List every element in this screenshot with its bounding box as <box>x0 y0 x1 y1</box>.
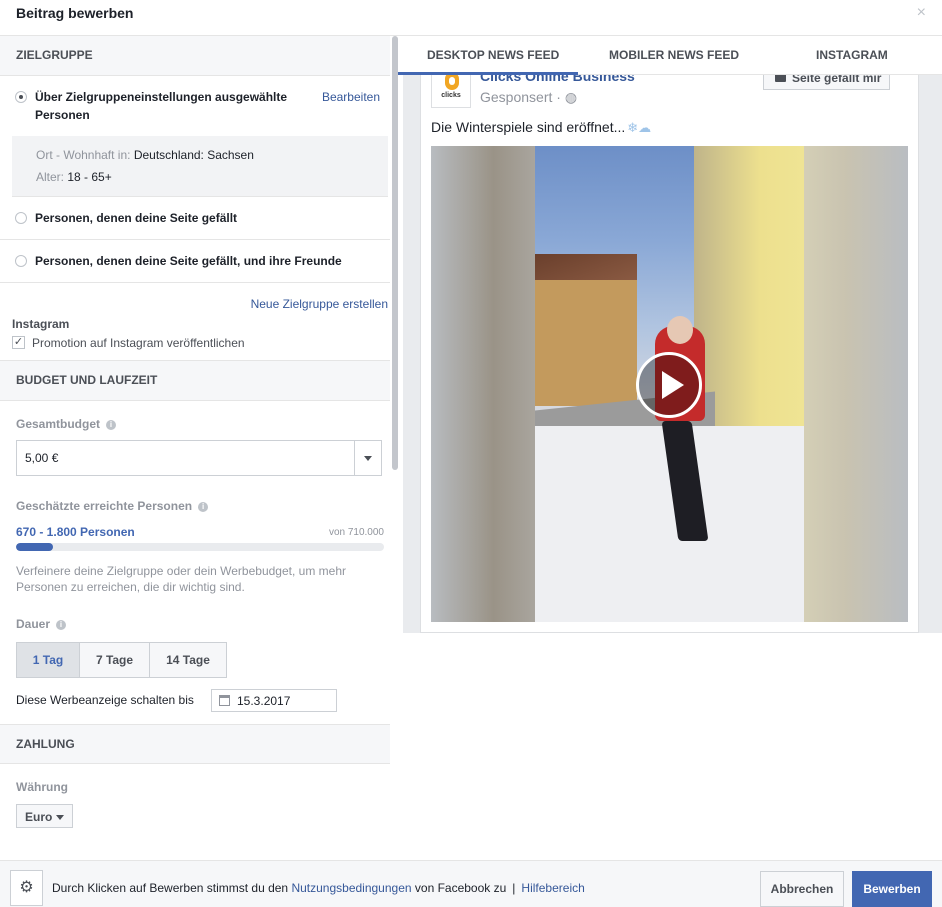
snow-emoji-icon: ❄☁ <box>627 120 652 135</box>
dialog-header: Beitrag bewerben × <box>0 0 942 36</box>
video-blur-right <box>804 146 908 622</box>
duration-label: Dauer i <box>0 595 390 631</box>
video-blur-left <box>431 146 535 622</box>
instagram-heading: Instagram <box>12 317 70 331</box>
age-key: Alter: <box>36 170 65 184</box>
radio-custom[interactable] <box>15 91 27 103</box>
info-icon: i <box>198 502 209 512</box>
close-icon[interactable]: × <box>917 4 926 22</box>
settings-panel: ZIELGRUPPE Über Zielgruppeneinstellungen… <box>0 36 390 860</box>
duration-14-days[interactable]: 14 Tage <box>149 642 227 678</box>
separator: | <box>512 881 516 895</box>
end-date-input[interactable]: 15.3.2017 <box>211 689 337 712</box>
age-value: 18 - 65+ <box>67 170 112 184</box>
audience-option-custom[interactable]: Über Zielgruppeneinstellungen ausgewählt… <box>0 76 390 136</box>
duration-selector: 1 Tag 7 Tage 14 Tage <box>16 642 390 678</box>
tab-mobile-news-feed[interactable]: MOBILER NEWS FEED <box>609 48 739 62</box>
help-link[interactable]: Hilfebereich <box>521 881 584 895</box>
promote-post-dialog: Beitrag bewerben × ZIELGRUPPE Über Zielg… <box>0 0 942 907</box>
audience-details: Ort - Wohnhaft in: Deutschland: Sachsen … <box>12 136 388 197</box>
scrollbar[interactable] <box>392 36 398 470</box>
audience-option-fans-friends[interactable]: Personen, denen deine Seite gefällt, und… <box>0 240 390 283</box>
post-video[interactable] <box>431 146 908 622</box>
tab-instagram[interactable]: INSTAGRAM <box>816 48 888 62</box>
radio-fans-friends[interactable] <box>15 255 27 267</box>
reach-label: Geschätzte erreichte Personen i <box>0 476 390 513</box>
end-date-label: Diese Werbeanzeige schalten bis <box>16 693 194 707</box>
checkbox-icon[interactable]: ✓ <box>12 336 25 349</box>
terms-link[interactable]: Nutzungsbedingungen <box>291 881 411 895</box>
duration-7-days[interactable]: 7 Tage <box>79 642 150 678</box>
dialog-footer: ⚙ Durch Klicken auf Bewerben stimmst du … <box>0 860 942 907</box>
audience-option-fans[interactable]: Personen, denen deine Seite gefällt <box>0 197 390 240</box>
active-tab-indicator <box>398 72 578 75</box>
avatar-text: clicks <box>441 92 461 99</box>
create-audience-link[interactable]: Neue Zielgruppe erstellen <box>251 297 388 311</box>
info-icon: i <box>106 420 117 430</box>
location-value: Deutschland: Sachsen <box>133 148 254 162</box>
total-budget-label: Gesamtbudget i <box>0 401 390 431</box>
chevron-down-icon[interactable] <box>354 441 381 475</box>
cancel-button[interactable]: Abbrechen <box>760 871 844 907</box>
budget-select[interactable]: 5,00 € <box>16 440 382 476</box>
instagram-option[interactable]: ✓ Promotion auf Instagram veröffentliche… <box>0 331 390 361</box>
audience-option-label: Personen, denen deine Seite gefällt <box>35 211 238 225</box>
reach-bar-fill <box>16 543 53 551</box>
duration-1-day[interactable]: 1 Tag <box>16 642 80 678</box>
tab-desktop-news-feed[interactable]: DESKTOP NEWS FEED <box>427 48 559 62</box>
reach-value: 670 - 1.800 Personen <box>16 525 135 539</box>
dialog-title: Beitrag bewerben <box>16 5 134 21</box>
post-text: Die Winterspiele sind eröffnet... ❄☁ <box>431 119 652 135</box>
gear-icon[interactable]: ⚙ <box>10 870 43 906</box>
audience-option-label: Personen, denen deine Seite gefällt, und… <box>35 254 342 268</box>
preview-tabs: DESKTOP NEWS FEED MOBILER NEWS FEED INST… <box>398 36 942 75</box>
promote-button[interactable]: Bewerben <box>852 871 932 907</box>
instagram-checkbox-label: Promotion auf Instagram veröffentlichen <box>32 336 245 350</box>
currency-select[interactable]: Euro <box>16 804 73 828</box>
terms-text: Durch Klicken auf Bewerben stimmst du de… <box>52 881 585 895</box>
ad-preview-card: clicks Clicks Online Business Gesponsert… <box>420 64 919 633</box>
audience-header: ZIELGRUPPE <box>0 36 390 76</box>
reach-estimate: 670 - 1.800 Personen von 710.000 <box>0 513 390 543</box>
audience-option-label: Über Zielgruppeneinstellungen ausgewählt… <box>35 90 288 122</box>
play-icon[interactable] <box>636 352 702 418</box>
currency-label: Währung <box>16 780 68 794</box>
end-date-row: Diese Werbeanzeige schalten bis 15.3.201… <box>0 678 390 724</box>
reach-bar <box>16 543 384 551</box>
payment-header: ZAHLUNG <box>0 724 390 764</box>
radio-fans[interactable] <box>15 212 27 224</box>
budget-header: BUDGET UND LAUFZEIT <box>0 361 390 401</box>
info-icon: i <box>56 620 67 630</box>
edit-audience-link[interactable]: Bearbeiten <box>322 90 380 104</box>
end-date-value: 15.3.2017 <box>237 694 291 708</box>
reach-of: von 710.000 <box>328 527 384 538</box>
budget-value: 5,00 € <box>25 451 59 465</box>
location-key: Ort - Wohnhaft in: <box>36 148 131 162</box>
calendar-icon <box>219 695 230 706</box>
reach-hint: Verfeinere deine Zielgruppe oder dein We… <box>16 564 346 594</box>
sponsored-label: Gesponsert · ◍ <box>480 89 578 105</box>
